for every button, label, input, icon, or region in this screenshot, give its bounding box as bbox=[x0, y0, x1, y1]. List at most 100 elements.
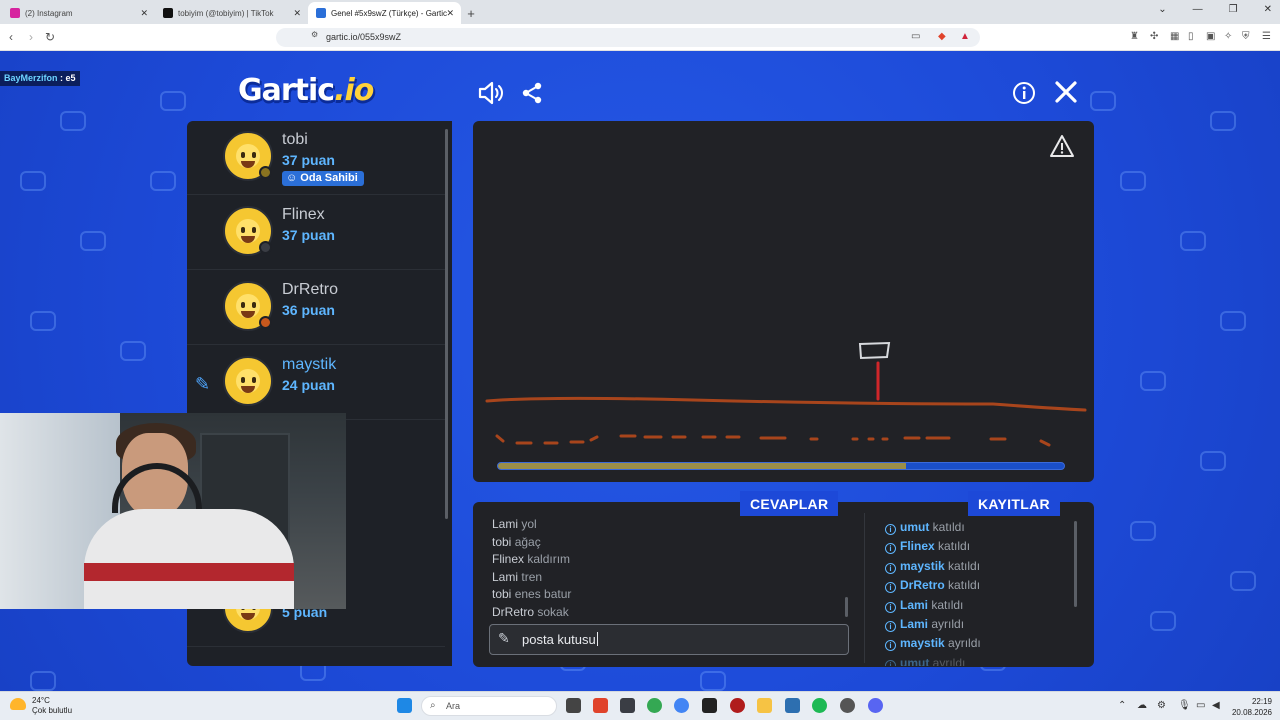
answer-item: Flinex kaldırım bbox=[492, 552, 832, 570]
tab-close-icon[interactable]: ✕ bbox=[140, 8, 148, 19]
info-icon[interactable] bbox=[1012, 81, 1036, 111]
avatar bbox=[223, 356, 273, 406]
room-owner-badge: ☺ Oda Sahibi bbox=[282, 171, 364, 186]
tab-title: Genel #5x9swZ (Türkçe) - Gartic bbox=[331, 8, 448, 18]
players-scrollbar[interactable] bbox=[445, 129, 448, 519]
player-score: 24 puan bbox=[282, 377, 335, 393]
cast-icon[interactable]: ▭ bbox=[911, 31, 920, 42]
browser-tab[interactable]: (2) Instagram ✕ bbox=[2, 2, 155, 24]
log-user: DrRetro bbox=[900, 578, 945, 593]
close-icon[interactable]: ✕ bbox=[1264, 4, 1272, 15]
brave-icon[interactable] bbox=[593, 698, 608, 713]
taskbar-clock[interactable]: 22:19 20.08.2026 bbox=[1232, 696, 1272, 718]
log-text: katıldı bbox=[938, 539, 971, 554]
player-score: 36 puan bbox=[282, 302, 335, 318]
cloudy-sun-icon bbox=[10, 698, 26, 710]
log-user: maystik bbox=[900, 636, 945, 651]
share-icon[interactable] bbox=[520, 81, 544, 111]
tray-app-icon[interactable]: ☁ bbox=[1137, 700, 1147, 711]
log-item: i maystik katıldı bbox=[885, 559, 1075, 578]
answers-tab[interactable]: CEVAPLAR bbox=[740, 491, 839, 516]
minimize-icon[interactable]: — bbox=[1193, 4, 1203, 15]
player-row[interactable]: ✎ maystik 24 puan bbox=[187, 346, 445, 420]
sound-icon[interactable] bbox=[478, 81, 504, 111]
tab-close-icon[interactable]: ✕ bbox=[293, 8, 301, 19]
rewards-icon[interactable]: ▲ bbox=[960, 31, 970, 42]
player-name: Flinex bbox=[282, 206, 325, 223]
log-user: maystik bbox=[900, 558, 945, 573]
log-user: Flinex bbox=[900, 539, 935, 554]
answer-input[interactable]: ✎ posta kutusu bbox=[489, 624, 849, 655]
chevron-down-icon[interactable]: ⌄ bbox=[1158, 4, 1166, 15]
avatar bbox=[223, 131, 273, 181]
log-text: ayrıldı bbox=[932, 655, 966, 666]
windows-start-icon[interactable] bbox=[397, 698, 412, 713]
log-item: i umut katıldı bbox=[885, 520, 1075, 539]
answer-user: Lami bbox=[492, 517, 519, 531]
brave-shield-icon[interactable]: ◆ bbox=[938, 31, 946, 42]
obs-icon[interactable] bbox=[730, 698, 745, 713]
extension-icon[interactable]: ♜ bbox=[1130, 31, 1139, 42]
tray-chevron-icon[interactable]: ⌃ bbox=[1118, 700, 1126, 711]
store-icon[interactable] bbox=[620, 698, 635, 713]
exit-icon[interactable] bbox=[1054, 80, 1078, 110]
back-icon[interactable]: ‹ bbox=[9, 30, 13, 44]
player-name: tobi bbox=[282, 131, 308, 148]
sidebar-icon[interactable]: ▯ bbox=[1188, 31, 1194, 42]
logs-tab[interactable]: KAYITLAR bbox=[968, 491, 1060, 516]
chrome-profile-icon[interactable] bbox=[674, 698, 689, 713]
player-row[interactable]: DrRetro 36 puan bbox=[187, 271, 445, 345]
background-doodle bbox=[150, 171, 176, 191]
log-item: i umut ayrıldı bbox=[885, 656, 1075, 666]
folder-icon[interactable] bbox=[757, 698, 772, 713]
log-text: katıldı bbox=[932, 520, 965, 534]
new-tab-button[interactable]: + bbox=[461, 2, 481, 24]
background-doodle bbox=[1200, 451, 1226, 471]
tray-settings-icon[interactable]: ⚙ bbox=[1157, 700, 1166, 711]
url-field[interactable]: gartic.io/055x9swZ bbox=[276, 28, 980, 47]
avatar bbox=[223, 206, 273, 256]
menu-icon[interactable]: ☰ bbox=[1262, 31, 1271, 42]
gartic-logo[interactable]: Gartic.io bbox=[238, 73, 374, 108]
puzzle-icon[interactable]: ✣ bbox=[1150, 31, 1158, 42]
background-doodle bbox=[80, 231, 106, 251]
site-info-icon[interactable]: ⚙ bbox=[311, 30, 318, 39]
reload-icon[interactable]: ↻ bbox=[45, 30, 55, 44]
app-icon[interactable] bbox=[702, 698, 717, 713]
info-icon: i bbox=[885, 524, 896, 535]
browser-tab[interactable]: Genel #5x9swZ (Türkçe) - Gartic ✕ bbox=[308, 2, 461, 24]
vpn-icon[interactable]: ⛨ bbox=[1242, 31, 1250, 42]
volume-icon[interactable]: ◀ bbox=[1212, 700, 1220, 711]
task-view-icon[interactable] bbox=[566, 698, 581, 713]
player-row[interactable]: Flinex 37 puan bbox=[187, 196, 445, 270]
steam-icon[interactable] bbox=[840, 698, 855, 713]
answer-user: DrRetro bbox=[492, 604, 535, 619]
chrome-icon[interactable] bbox=[647, 698, 662, 713]
weather-widget[interactable]: 24°C Çok bulutlu bbox=[10, 696, 72, 716]
browser-tab[interactable]: tobiyim (@tobiyim) | TikTok ✕ bbox=[155, 2, 308, 24]
discord-icon[interactable] bbox=[868, 698, 883, 713]
answer-text: kaldırım bbox=[527, 552, 571, 566]
tab-close-icon[interactable]: ✕ bbox=[446, 8, 454, 19]
logs-scrollbar[interactable] bbox=[1074, 521, 1077, 607]
grid-icon[interactable]: ▦ bbox=[1170, 31, 1179, 42]
taskbar-search[interactable]: ⌕ Ara bbox=[421, 696, 557, 716]
window-controls: ⌄ — ❐ ✕ bbox=[1158, 4, 1272, 15]
forward-icon[interactable]: › bbox=[29, 30, 33, 44]
info-icon: i bbox=[885, 659, 896, 666]
wallet-icon[interactable]: ▣ bbox=[1206, 31, 1215, 42]
answers-list: Lami yol tobi ağaç Flinex kaldırım Lami tre… bbox=[492, 517, 832, 622]
drawing-canvas[interactable] bbox=[473, 121, 1094, 482]
spotify-icon[interactable] bbox=[812, 698, 827, 713]
status-dot bbox=[259, 166, 272, 179]
ai-icon[interactable]: ✧ bbox=[1224, 31, 1232, 42]
log-user: umut bbox=[900, 655, 930, 666]
microphone-icon[interactable]: 🎙 bbox=[1178, 700, 1191, 711]
restore-icon[interactable]: ❐ bbox=[1229, 4, 1238, 15]
report-warning-icon[interactable] bbox=[1049, 134, 1075, 165]
answer-text: yol bbox=[521, 517, 537, 531]
player-row[interactable]: tobi 37 puan ☺ Oda Sahibi bbox=[187, 121, 445, 195]
network-icon[interactable]: ▭ bbox=[1196, 700, 1205, 711]
app-icon-2[interactable] bbox=[785, 698, 800, 713]
answers-scrollbar[interactable] bbox=[845, 597, 848, 617]
